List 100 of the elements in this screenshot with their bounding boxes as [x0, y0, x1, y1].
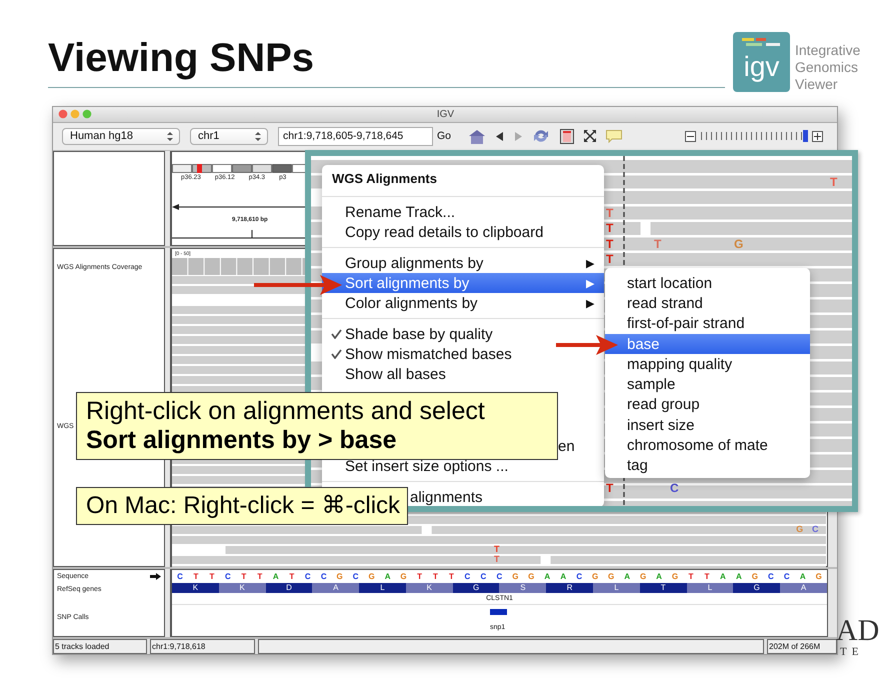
- base-letter: C: [575, 572, 584, 581]
- go-button[interactable]: Go: [433, 126, 456, 147]
- back-icon[interactable]: [496, 132, 504, 141]
- menu-item[interactable]: alignments: [410, 488, 483, 506]
- amino-acid-cell: A: [780, 582, 827, 593]
- mismatch-base: T: [830, 176, 838, 188]
- menu-item[interactable]: start location: [605, 273, 810, 294]
- menu-item[interactable]: Color alignments by: [345, 294, 478, 312]
- base-letter: C: [495, 572, 504, 581]
- base-letter: G: [367, 572, 376, 581]
- mismatch-base: T: [606, 482, 614, 494]
- menu-item[interactable]: tag: [605, 456, 810, 476]
- base-letter: C: [176, 572, 184, 581]
- callout-text: Sort alignments by > base: [86, 426, 398, 455]
- base-letter: T: [432, 572, 439, 581]
- menu-item[interactable]: chromosome of mate: [605, 435, 810, 456]
- mismatch-base: T: [494, 544, 500, 554]
- menu-item[interactable]: Rename Track...: [345, 204, 456, 220]
- base-letter: G: [638, 572, 648, 581]
- zoom-out-button[interactable]: [685, 130, 696, 142]
- status-text: 202M of 266M: [767, 639, 837, 654]
- fit-icon[interactable]: [584, 130, 596, 142]
- submenu-arrow: ▶: [586, 296, 594, 310]
- menu-item[interactable]: mapping quality: [605, 354, 810, 374]
- base-letter: G: [336, 572, 344, 581]
- base-letter: G: [670, 572, 680, 581]
- base-letter: G: [591, 572, 600, 581]
- base-letter: A: [384, 572, 392, 581]
- menu-item[interactable]: base: [605, 334, 810, 354]
- logo-text: igv: [744, 52, 780, 82]
- base-letter: A: [559, 572, 568, 581]
- slide-title: Viewing SNPs: [48, 35, 314, 81]
- amino-acid-cell: L: [359, 582, 406, 593]
- mismatch-base: T: [494, 554, 500, 564]
- menu-item[interactable]: Group alignments by: [345, 254, 484, 272]
- window-controls-icon[interactable]: [58, 109, 94, 120]
- zoom-thumb[interactable]: [803, 130, 808, 142]
- base-letter: A: [735, 572, 743, 581]
- mismatch-base: T: [654, 238, 662, 250]
- home-icon[interactable]: [468, 128, 486, 144]
- mismatch-base: T: [606, 238, 614, 250]
- menu-item[interactable]: Show mismatched bases: [345, 346, 512, 362]
- updown-arrows-icon: [255, 132, 261, 141]
- base-letter: A: [719, 572, 727, 581]
- logo-text: Genomics: [795, 59, 860, 76]
- region-icon[interactable]: [560, 128, 574, 144]
- base-letter: T: [448, 572, 455, 581]
- amino-acid-cell: K: [218, 582, 266, 593]
- logo-text: Integrative: [795, 42, 860, 59]
- amino-acid-cell: D: [266, 582, 312, 593]
- menu-item[interactable]: Show all bases: [345, 366, 446, 382]
- menu-item[interactable]: sample: [605, 374, 810, 395]
- base-letter: C: [480, 572, 488, 581]
- logo-text: Viewer: [795, 76, 839, 93]
- base-letter: G: [527, 572, 536, 581]
- locus-field[interactable]: chr1:9,718,605-9,718,645: [278, 126, 433, 146]
- menu-item[interactable]: read strand: [605, 293, 810, 314]
- base-letter: T: [704, 572, 710, 581]
- mismatch-base: T: [606, 253, 614, 265]
- amino-acid-cell: S: [499, 582, 546, 593]
- menu-item[interactable]: read group: [605, 394, 810, 416]
- base-letter: G: [399, 572, 408, 581]
- amino-acid-cell: G: [452, 582, 500, 593]
- base-letter: C: [224, 572, 232, 581]
- zoom-slider[interactable]: [699, 130, 809, 142]
- base-letter: A: [543, 572, 552, 581]
- menu-item[interactable]: Set insert size options ...: [345, 458, 508, 474]
- status-text: 5 tracks loaded: [53, 639, 147, 654]
- base-letter: A: [623, 572, 631, 581]
- base-letter: T: [208, 572, 216, 581]
- menu-item[interactable]: en: [558, 438, 575, 454]
- amino-acid-cell: L: [686, 582, 734, 593]
- base-letter: G: [750, 572, 759, 581]
- background-logo-text: TE: [840, 646, 864, 658]
- amino-acid-cell: K: [172, 582, 219, 593]
- mismatch-base: T: [606, 222, 614, 234]
- submenu-arrow: ▶: [586, 276, 594, 290]
- amino-acid-cell: R: [546, 582, 594, 593]
- menu-item[interactable]: Sort alignments by ▶: [322, 273, 604, 293]
- base-letter: C: [320, 572, 328, 581]
- submenu-arrow: ▶: [586, 256, 594, 270]
- base-letter: C: [766, 572, 775, 581]
- refresh-icon[interactable]: [532, 128, 550, 144]
- base-letter: T: [288, 572, 296, 581]
- mismatch-base: T: [606, 206, 614, 218]
- base-letter: A: [655, 572, 663, 581]
- zoom-in-button[interactable]: [812, 130, 823, 142]
- menu-item[interactable]: Shade base by quality: [345, 326, 493, 342]
- menu-item[interactable]: first-of-pair strand: [605, 314, 810, 334]
- base-letter: G: [607, 572, 616, 581]
- menu-item[interactable]: insert size: [605, 415, 810, 436]
- amino-acid-cell: A: [312, 582, 360, 593]
- genome-dropdown[interactable]: Human hg18: [62, 128, 180, 145]
- base-letter: T: [256, 572, 264, 581]
- base-letter: A: [272, 572, 280, 581]
- base-letter: C: [304, 572, 312, 581]
- menu-item[interactable]: Copy read details to clipboard: [345, 224, 544, 240]
- base-letter: T: [688, 572, 694, 581]
- chromosome-dropdown[interactable]: chr1: [190, 128, 268, 145]
- menu-title: WGS Alignments: [331, 170, 438, 188]
